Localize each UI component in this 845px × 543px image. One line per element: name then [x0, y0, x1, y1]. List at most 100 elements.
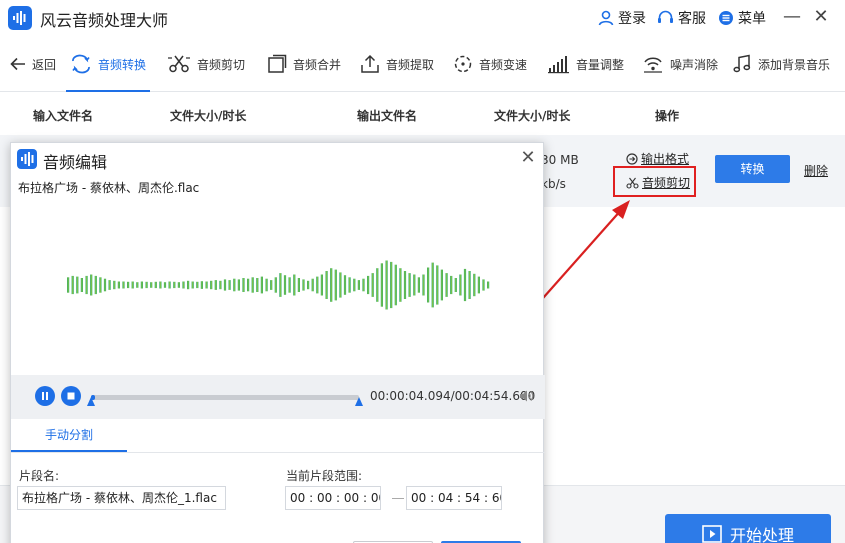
tab-divider [11, 452, 545, 453]
app-title: 风云音频处理大师 [40, 11, 169, 30]
segment-range-label: 当前片段范围: [286, 469, 363, 483]
extract-icon [361, 54, 379, 73]
waveform-bar [311, 278, 314, 292]
segment-name-label: 片段名: [19, 469, 60, 483]
stop-button[interactable] [61, 386, 81, 406]
column-header: 文件大小/时长 [170, 109, 247, 123]
tab-audio-convert[interactable]: 音频转换 [65, 36, 151, 92]
waveform-bar [242, 278, 245, 292]
waveform-bar [436, 265, 439, 305]
tab-volume-adjust[interactable]: 音量调整 [548, 36, 624, 92]
close-button[interactable]: ✕ [809, 6, 833, 30]
waveform-bar [187, 280, 190, 290]
waveform-bar [399, 268, 402, 302]
tab-audio-cut[interactable]: 音频剪切 [167, 36, 245, 92]
tab-audio-merge[interactable]: 音频合并 [267, 36, 341, 92]
tab-label: 音频变速 [479, 57, 528, 72]
segment-name-input[interactable]: 布拉格广场 - 蔡依林、周杰伦_1.flac [17, 486, 226, 510]
waveform-bar [427, 267, 430, 303]
delete-link[interactable]: 删除 [804, 162, 828, 179]
waveform-bar [417, 277, 420, 293]
waveform-bar [274, 277, 277, 293]
dialog-close-button[interactable]: ✕ [517, 147, 539, 169]
waveform-bar [196, 281, 199, 289]
title-bar: 风云音频处理大师 登录 客服 菜单 — ✕ [0, 0, 845, 36]
seek-slider[interactable] [91, 395, 359, 400]
output-size-text: 30 MB [541, 153, 579, 167]
waveform-bar [127, 281, 130, 289]
waveform-bar [339, 272, 342, 298]
waveform-bar [122, 281, 125, 289]
waveform-bar [403, 271, 407, 299]
tab-add-background-music[interactable]: 添加背景音乐 [732, 36, 830, 92]
merge-icon [268, 54, 287, 73]
tab-noise-removal[interactable]: 噪声消除 [642, 36, 718, 92]
volume-bars-icon [548, 56, 569, 74]
waveform-bar [223, 279, 227, 291]
waveform-bar [320, 274, 323, 296]
waveform-bar [108, 280, 111, 290]
scissors-icon [168, 55, 190, 73]
tab-label: 音量调整 [576, 57, 625, 72]
pause-button[interactable] [35, 386, 55, 406]
start-processing-button[interactable]: 开始处理 [665, 514, 831, 543]
play-box-icon [702, 525, 722, 543]
waveform-bar [473, 273, 476, 297]
tab-audio-extract[interactable]: 音频提取 [360, 36, 434, 92]
waveform-bar [445, 273, 448, 297]
waveform-bar [191, 281, 194, 289]
waveform-bar [85, 275, 88, 295]
music-note-icon [733, 54, 751, 73]
waveform-bar [210, 280, 213, 290]
convert-button[interactable]: 转换 [715, 155, 790, 183]
waveform-bar [450, 275, 453, 295]
column-header: 输入文件名 [33, 109, 94, 123]
highlight-box [613, 166, 696, 197]
output-bitrate-text: kb/s [541, 177, 566, 191]
tab-label: 音频转换 [98, 57, 147, 72]
tab-manual-split[interactable]: 手动分割 [11, 419, 127, 452]
service-button[interactable]: 客服 [657, 8, 706, 28]
waveform-bar [468, 271, 471, 299]
range-start-input[interactable]: 00 : 00 : 00 : 000 [285, 486, 381, 510]
convert-icon [72, 54, 90, 74]
waveform-bar [200, 281, 203, 289]
waveform-bar [163, 282, 167, 288]
waveform-bar [334, 269, 337, 301]
waveform-bar [265, 278, 268, 292]
speaker-icon[interactable] [518, 388, 534, 404]
segment-end-handle[interactable] [355, 397, 363, 406]
noise-icon [644, 57, 662, 73]
waveform-bar [487, 281, 490, 289]
start-processing-label: 开始处理 [729, 526, 794, 543]
waveform-bar [362, 278, 365, 292]
waveform-bar [297, 278, 300, 292]
waveform-bar [302, 279, 305, 291]
waveform-bar [367, 275, 370, 295]
waveform-bar [293, 274, 296, 296]
waveform-bar [288, 277, 291, 293]
waveform-bar [154, 281, 157, 289]
waveform-bar [408, 273, 411, 297]
minimize-button[interactable]: — [780, 6, 804, 30]
segment-start-handle[interactable] [87, 397, 95, 406]
dialog-file-name: 布拉格广场 - 蔡依林、周杰伦.flac [18, 181, 200, 195]
menu-button[interactable]: 菜单 [718, 8, 766, 28]
feature-toolbar: 返回 音频转换 音频剪切 音频合并 音频提取 音频变速 音量调整 噪声消除 添加… [0, 36, 845, 92]
range-end-input[interactable]: 00 : 04 : 54 : 600 [406, 486, 502, 510]
output-format-link[interactable]: 输出格式 [626, 150, 689, 167]
login-button[interactable]: 登录 [598, 8, 646, 28]
back-button[interactable]: 返回 [10, 36, 56, 92]
waveform-bar [353, 278, 356, 292]
waveform-bar [80, 278, 83, 292]
tab-audio-speed[interactable]: 音频变速 [453, 36, 527, 92]
waveform-bar [228, 280, 231, 290]
tab-label: 音频合并 [293, 57, 342, 72]
waveform-bar [159, 281, 162, 289]
app-logo-icon [8, 6, 32, 30]
waveform-bar [413, 274, 416, 296]
waveform[interactable] [11, 195, 545, 375]
user-icon [598, 10, 614, 26]
waveform-bar [385, 260, 388, 310]
waveform-bar [67, 277, 70, 293]
